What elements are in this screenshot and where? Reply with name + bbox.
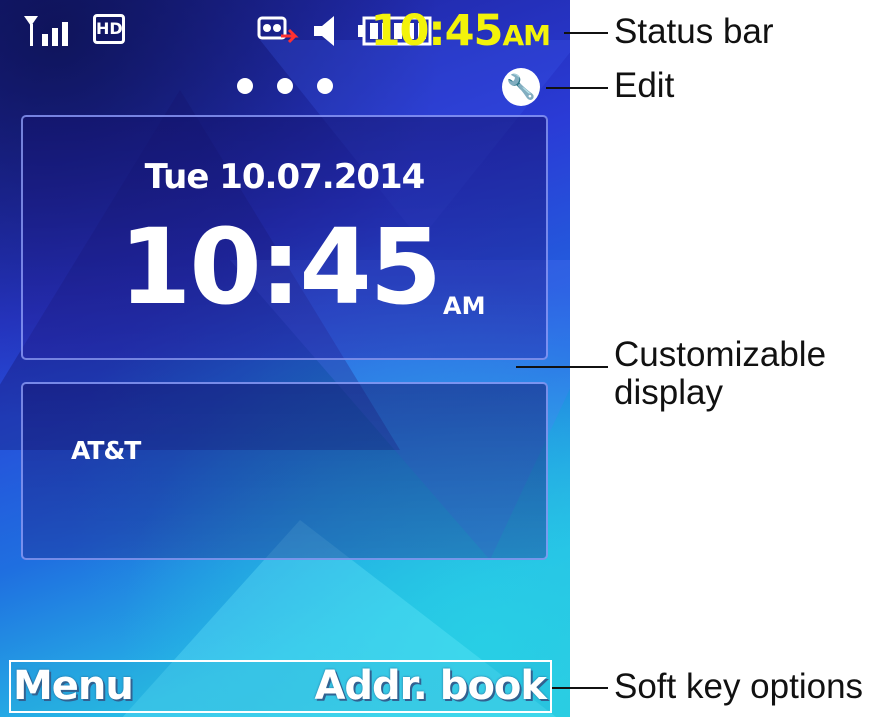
- edit-callout: Edit: [614, 66, 675, 105]
- carrier-widget[interactable]: AT&T: [21, 382, 548, 560]
- soft-key-callout: Soft key options: [614, 667, 864, 706]
- clock-ampm: AM: [443, 292, 486, 320]
- clock-widget[interactable]: Tue 10.07.2014 10:45 AM: [21, 115, 548, 360]
- customizable-display-callout-line: [516, 366, 608, 368]
- page-dot[interactable]: [237, 78, 253, 94]
- status-time: 10:45AM: [370, 6, 551, 61]
- edit-callout-line: [546, 87, 608, 89]
- page-dot[interactable]: [277, 78, 293, 94]
- hd-label: HD: [96, 19, 123, 38]
- status-time-ampm: AM: [502, 19, 551, 52]
- soft-key-callout-line: [552, 687, 608, 689]
- phone-screen: HD 10:45AM 🔧 Tue 10.07.2014 10:45 AM AT&…: [0, 0, 570, 717]
- carrier-name: AT&T: [71, 436, 141, 465]
- page-dot[interactable]: [317, 78, 333, 94]
- speaker-icon: [310, 12, 342, 50]
- status-bar: HD 10:45AM: [0, 0, 570, 70]
- address-book-softkey[interactable]: Addr. book: [314, 664, 547, 708]
- status-bar-callout-line: [564, 32, 608, 34]
- softkey-bar: Menu Addr. book: [9, 660, 552, 713]
- customizable-display-callout: Customizable: [614, 335, 827, 374]
- signal-strength-icon: [22, 12, 78, 48]
- status-bar-callout: Status bar: [614, 12, 774, 51]
- customizable-display-callout-line2: display: [614, 373, 723, 412]
- clock-date: Tue 10.07.2014: [144, 157, 426, 197]
- status-time-value: 10:45: [370, 6, 504, 56]
- wrench-icon[interactable]: 🔧: [502, 68, 540, 106]
- hd-voice-icon: HD: [93, 14, 125, 44]
- voicemail-icon: [255, 12, 299, 50]
- menu-softkey[interactable]: Menu: [13, 664, 134, 708]
- clock-time: 10:45: [119, 206, 442, 328]
